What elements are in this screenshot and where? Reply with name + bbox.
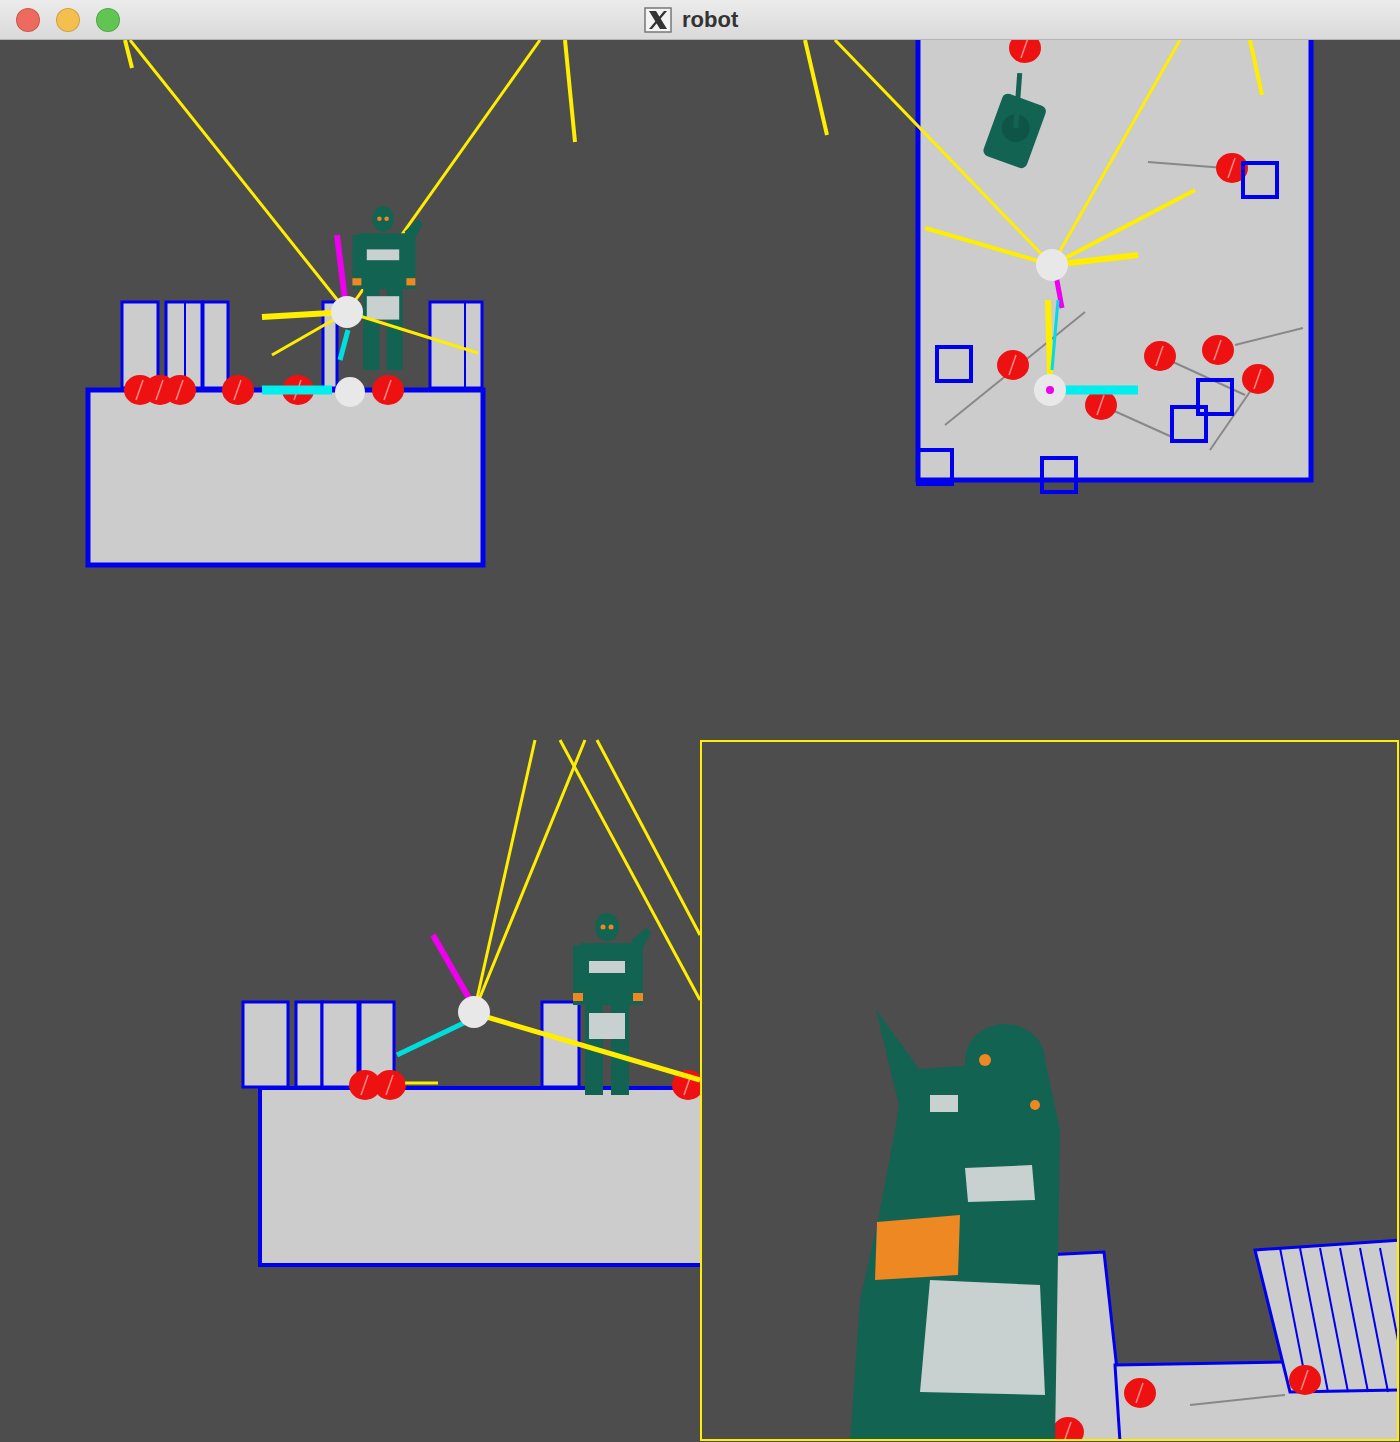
front-view[interactable] [88,40,827,565]
x11-icon [644,7,672,33]
minimize-button[interactable] [56,8,80,32]
side-view[interactable] [243,740,720,1265]
render-canvas[interactable] [0,40,1400,1442]
close-button[interactable] [16,8,40,32]
window-title: robot [644,0,738,40]
camera-view[interactable] [701,741,1400,1442]
top-view[interactable] [835,40,1311,492]
zoom-button[interactable] [96,8,120,32]
window-controls [0,8,120,32]
title-text: robot [682,9,738,31]
title-bar: robot [0,0,1400,40]
